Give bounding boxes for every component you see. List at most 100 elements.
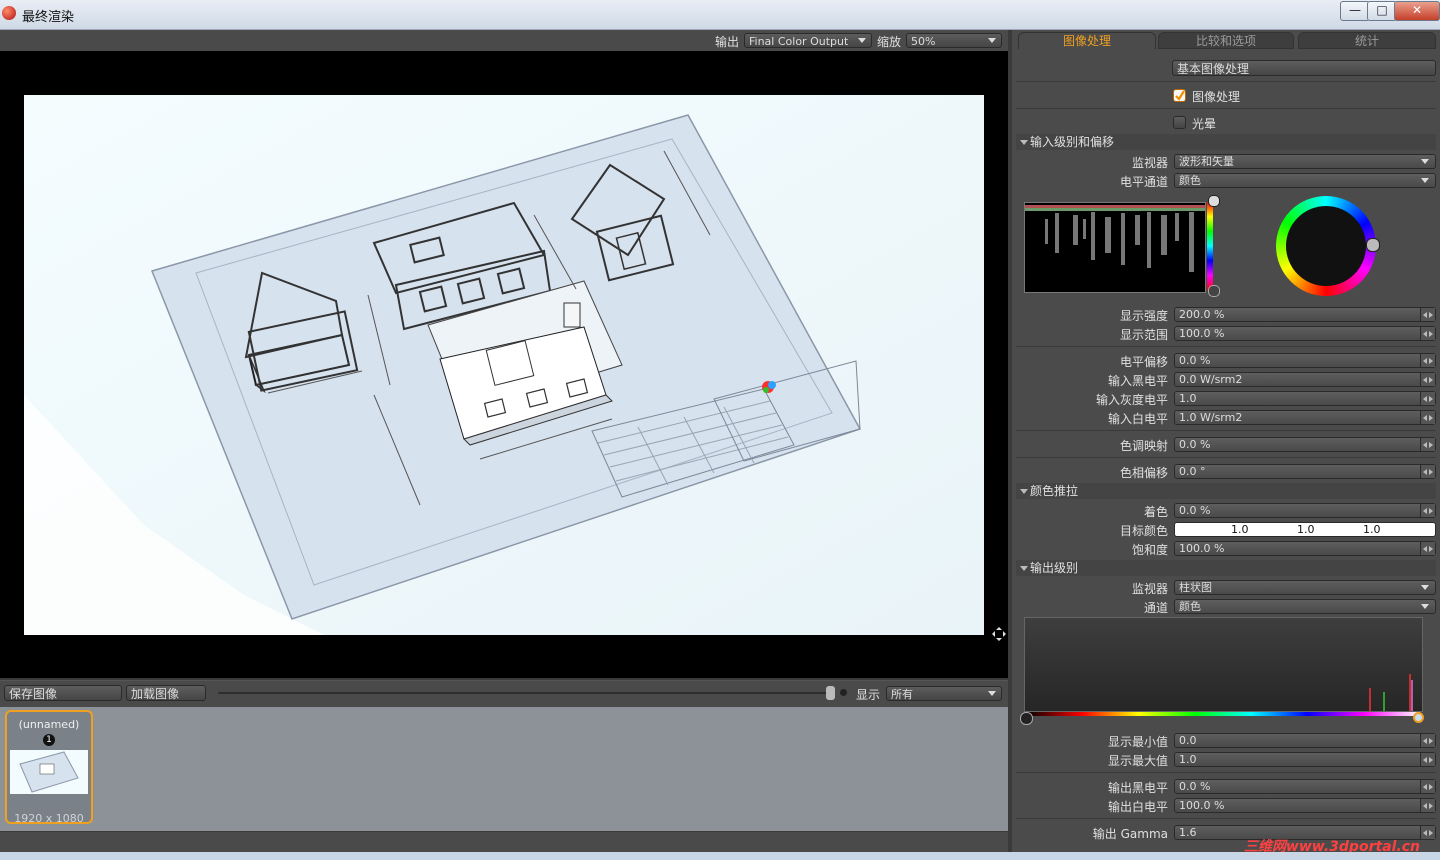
zoom-value: 50% bbox=[911, 35, 936, 48]
thumbnail-size: 1920 x 1080 bbox=[14, 812, 84, 825]
display-intensity-field[interactable]: 200.0 % bbox=[1174, 307, 1436, 322]
spinner-icon[interactable] bbox=[1420, 734, 1435, 747]
spinner-icon[interactable] bbox=[1420, 392, 1435, 405]
display-intensity-label: 显示强度 bbox=[1119, 309, 1168, 323]
maximize-button[interactable]: □ bbox=[1367, 1, 1397, 21]
waveform-graph bbox=[1025, 205, 1205, 272]
display-max-field[interactable]: 1.0 bbox=[1174, 752, 1436, 767]
spinner-icon[interactable] bbox=[1420, 465, 1435, 478]
level-offset-field[interactable]: 0.0 % bbox=[1174, 353, 1436, 368]
minimize-button[interactable]: — bbox=[1340, 1, 1370, 21]
spinner-icon[interactable] bbox=[1420, 504, 1435, 517]
chevron-down-icon bbox=[1421, 604, 1429, 609]
input-gray-value: 1.0 bbox=[1179, 392, 1197, 405]
close-button[interactable]: ✕ bbox=[1394, 1, 1440, 21]
output-white-field[interactable]: 100.0 % bbox=[1174, 798, 1436, 813]
slider-end-dot bbox=[840, 689, 847, 696]
output-white-value: 100.0 % bbox=[1179, 799, 1225, 812]
output-monitor-dropdown[interactable]: 柱状图 bbox=[1174, 580, 1436, 595]
display-dropdown[interactable]: 所有 bbox=[886, 686, 1002, 701]
input-gray-label: 输入灰度电平 bbox=[1095, 393, 1168, 407]
input-white-field[interactable]: 1.0 W/srm2 bbox=[1174, 410, 1436, 425]
tint-field[interactable]: 0.0 % bbox=[1174, 503, 1436, 518]
vectorscope-center bbox=[1286, 206, 1366, 286]
level-channel-label: 电平通道 bbox=[1119, 175, 1168, 189]
saturation-field[interactable]: 100.0 % bbox=[1174, 541, 1436, 556]
level-offset-value: 0.0 % bbox=[1179, 354, 1211, 367]
basic-image-processing-button[interactable]: 基本图像处理 bbox=[1172, 60, 1436, 76]
timeline-slider[interactable] bbox=[218, 692, 830, 694]
output-min-handle[interactable] bbox=[1020, 712, 1033, 725]
bottom-strip bbox=[0, 832, 1008, 852]
blueprint-render bbox=[24, 95, 984, 635]
tone-map-field[interactable]: 0.0 % bbox=[1174, 437, 1436, 452]
display-max-label: 显示最大值 bbox=[1107, 754, 1168, 768]
color-push-section[interactable]: 颜色推拉 bbox=[1016, 483, 1436, 499]
tint-label: 着色 bbox=[1143, 505, 1168, 519]
tone-map-value: 0.0 % bbox=[1179, 438, 1211, 451]
output-black-field[interactable]: 0.0 % bbox=[1174, 779, 1436, 794]
target-color-g[interactable]: 1.0 bbox=[1297, 523, 1315, 537]
input-black-label: 输入黑电平 bbox=[1107, 374, 1168, 388]
output-levels-section[interactable]: 输出级别 bbox=[1016, 560, 1436, 576]
tab-compare-options[interactable]: 比较和选项 bbox=[1158, 32, 1294, 49]
image-processing-panel: 图像处理 比较和选项 统计 基本图像处理 图像处理 光晕 输入级别和偏移 监视器… bbox=[1012, 30, 1440, 852]
level-channel-dropdown[interactable]: 颜色 bbox=[1174, 173, 1436, 188]
tab-image-processing[interactable]: 图像处理 bbox=[1018, 32, 1156, 49]
tab-statistics[interactable]: 统计 bbox=[1298, 32, 1436, 49]
spinner-icon[interactable] bbox=[1420, 411, 1435, 424]
output-channel-label: 通道 bbox=[1143, 601, 1168, 615]
chevron-down-icon bbox=[1421, 178, 1429, 183]
pan-icon[interactable] bbox=[992, 627, 1006, 641]
level-top-handle[interactable] bbox=[1208, 195, 1220, 207]
zoom-dropdown[interactable]: 50% bbox=[906, 33, 1002, 48]
target-color-b[interactable]: 1.0 bbox=[1363, 523, 1381, 537]
input-levels-section[interactable]: 输入级别和偏移 bbox=[1016, 134, 1436, 150]
vectorscope-handle[interactable] bbox=[1366, 238, 1380, 252]
hue-offset-field[interactable]: 0.0 ° bbox=[1174, 464, 1436, 479]
output-label: 输出 bbox=[715, 35, 740, 49]
bloom-checkbox[interactable] bbox=[1173, 116, 1186, 129]
output-gamma-label: 输出 Gamma bbox=[1092, 827, 1168, 841]
target-color-field[interactable]: 1.0 1.0 1.0 bbox=[1174, 522, 1436, 537]
target-color-r[interactable]: 1.0 bbox=[1231, 523, 1249, 537]
spinner-icon[interactable] bbox=[1420, 438, 1435, 451]
level-bottom-handle[interactable] bbox=[1208, 285, 1220, 297]
input-white-value: 1.0 W/srm2 bbox=[1179, 411, 1243, 424]
spinner-icon[interactable] bbox=[1420, 327, 1435, 340]
display-value: 所有 bbox=[891, 688, 913, 701]
save-image-button[interactable]: 保存图像 bbox=[4, 685, 122, 701]
image-processing-checkbox[interactable] bbox=[1173, 89, 1186, 102]
chevron-down-icon bbox=[988, 691, 996, 696]
histogram-graph bbox=[1369, 674, 1413, 711]
divider bbox=[1016, 457, 1436, 458]
spinner-icon[interactable] bbox=[1420, 373, 1435, 386]
output-white-label: 输出白电平 bbox=[1107, 800, 1168, 814]
output-dropdown[interactable]: Final Color Output bbox=[744, 33, 872, 48]
output-monitor-value: 柱状图 bbox=[1179, 581, 1212, 594]
display-range-field[interactable]: 100.0 % bbox=[1174, 326, 1436, 341]
spinner-icon[interactable] bbox=[1420, 780, 1435, 793]
spinner-icon[interactable] bbox=[1420, 799, 1435, 812]
output-monitor-label: 监视器 bbox=[1131, 582, 1168, 596]
spinner-icon[interactable] bbox=[1420, 542, 1435, 555]
slider-handle[interactable] bbox=[826, 686, 835, 700]
display-min-field[interactable]: 0.0 bbox=[1174, 733, 1436, 748]
render-thumbnail[interactable]: (unnamed) 1 1920 x 1080 bbox=[5, 710, 93, 825]
input-gray-field[interactable]: 1.0 bbox=[1174, 391, 1436, 406]
bottom-toolbar: 保存图像 加载图像 显示 所有 bbox=[0, 680, 1008, 707]
output-channel-dropdown[interactable]: 颜色 bbox=[1174, 599, 1436, 614]
tone-map-label: 色调映射 bbox=[1119, 439, 1168, 453]
window-bottom-border bbox=[0, 852, 1440, 860]
spinner-icon[interactable] bbox=[1420, 308, 1435, 321]
output-range-bar bbox=[1026, 712, 1420, 716]
spinner-icon[interactable] bbox=[1420, 753, 1435, 766]
output-max-handle[interactable] bbox=[1413, 712, 1424, 723]
render-viewport[interactable] bbox=[0, 51, 1008, 678]
monitor-dropdown[interactable]: 波形和矢量 bbox=[1174, 154, 1436, 169]
spinner-icon[interactable] bbox=[1420, 354, 1435, 367]
spinner-icon[interactable] bbox=[1420, 826, 1435, 839]
image-processing-label: 图像处理 bbox=[1192, 90, 1241, 104]
load-image-button[interactable]: 加载图像 bbox=[126, 685, 206, 701]
input-black-field[interactable]: 0.0 W/srm2 bbox=[1174, 372, 1436, 387]
